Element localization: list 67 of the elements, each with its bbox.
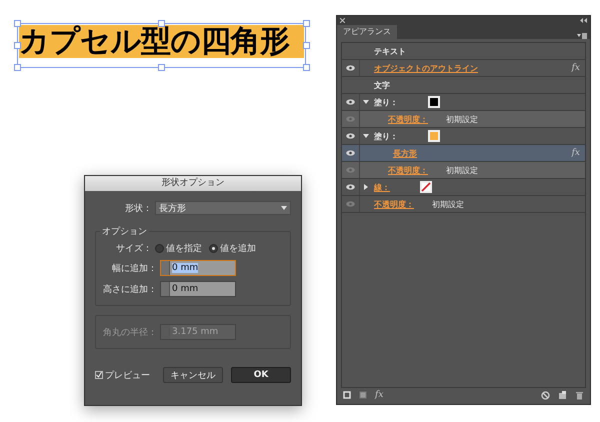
- group-title: オプション: [100, 225, 149, 238]
- row-label: 不透明度：: [388, 114, 428, 124]
- no-stroke-swatch[interactable]: [420, 181, 432, 193]
- no-icon[interactable]: [541, 390, 550, 400]
- row-label: 文字: [374, 80, 390, 90]
- appearance-row[interactable]: 塗り：: [342, 94, 585, 111]
- selection-handle[interactable]: [303, 64, 310, 71]
- fx-icon[interactable]: fx: [375, 390, 384, 400]
- appearance-row[interactable]: 不透明度： 初期設定: [342, 196, 585, 213]
- selection-handle[interactable]: [303, 20, 310, 27]
- size-label: サイズ：: [116, 242, 152, 255]
- preview-checkbox[interactable]: [95, 371, 103, 379]
- appearance-row[interactable]: 線：: [342, 179, 585, 196]
- number-field[interactable]: 0 mm: [160, 260, 236, 276]
- selection-handle[interactable]: [158, 20, 165, 27]
- row-label: オブジェクトのアウトライン: [374, 62, 478, 74]
- eye-icon[interactable]: [346, 150, 355, 156]
- row-label: 不透明度：: [374, 198, 414, 210]
- opacity-value: 初期設定: [432, 198, 464, 210]
- size-radio[interactable]: 値を指定: [155, 242, 202, 255]
- fx-icon[interactable]: fx: [572, 63, 580, 73]
- opacity-value: 初期設定: [446, 114, 478, 124]
- selection-handle[interactable]: [303, 42, 310, 49]
- preview-label: プレビュー: [105, 369, 150, 382]
- selection-handle[interactable]: [14, 42, 21, 49]
- row-label: 不透明度：: [388, 164, 428, 176]
- shape-select[interactable]: 長方形: [155, 201, 291, 215]
- close-icon[interactable]: [340, 18, 345, 23]
- field-label: 角丸の半径：: [102, 326, 157, 338]
- caret-icon: [281, 206, 287, 210]
- field-label: 幅に追加：: [111, 262, 157, 274]
- eye-icon[interactable]: [346, 99, 355, 105]
- appearance-row[interactable]: 長方形 fx: [342, 145, 585, 162]
- shape-label: 形状：: [125, 202, 152, 214]
- collapse-icon[interactable]: [580, 18, 587, 23]
- eye-icon[interactable]: [346, 65, 355, 71]
- opacity-value: 初期設定: [446, 164, 478, 176]
- number-field[interactable]: 0 mm: [160, 281, 236, 297]
- eye-icon[interactable]: [346, 184, 355, 190]
- appearance-row[interactable]: 塗り：: [342, 128, 585, 145]
- row-label: 線：: [374, 182, 390, 192]
- dialog-button[interactable]: OK: [231, 367, 291, 383]
- square-icon[interactable]: [343, 391, 351, 399]
- selection-handle[interactable]: [14, 20, 21, 27]
- fill-swatch[interactable]: [428, 130, 440, 142]
- row-label: 塗り：: [374, 130, 398, 142]
- appearance-row[interactable]: 不透明度： 初期設定: [342, 111, 585, 128]
- selection-handle[interactable]: [14, 64, 21, 71]
- canvas-text[interactable]: カプセル型の四角形: [19, 25, 304, 58]
- row-label: 長方形: [393, 148, 417, 158]
- trash-icon[interactable]: [575, 390, 584, 400]
- menu-icon[interactable]: [577, 33, 587, 39]
- dialog-title: 形状オプション: [85, 176, 301, 191]
- appearance-row[interactable]: 不透明度： 初期設定: [342, 162, 585, 179]
- dialog-button[interactable]: キャンセル: [163, 367, 223, 383]
- fill-swatch[interactable]: [428, 96, 440, 108]
- selection-handle[interactable]: [158, 64, 165, 71]
- appearance-row[interactable]: オブジェクトのアウトライン fx: [342, 60, 585, 77]
- fx-icon[interactable]: fx: [572, 148, 580, 158]
- field-label: 高さに追加：: [102, 284, 157, 296]
- row-label: 塗り：: [374, 96, 398, 108]
- size-radio[interactable]: 値を追加: [209, 242, 256, 255]
- eye-icon[interactable]: [346, 133, 355, 139]
- row-label: テキスト: [374, 46, 406, 56]
- panel-tab[interactable]: アピアランス: [337, 25, 397, 39]
- new-item-icon[interactable]: [558, 390, 567, 400]
- filled-square-icon[interactable]: [359, 391, 367, 399]
